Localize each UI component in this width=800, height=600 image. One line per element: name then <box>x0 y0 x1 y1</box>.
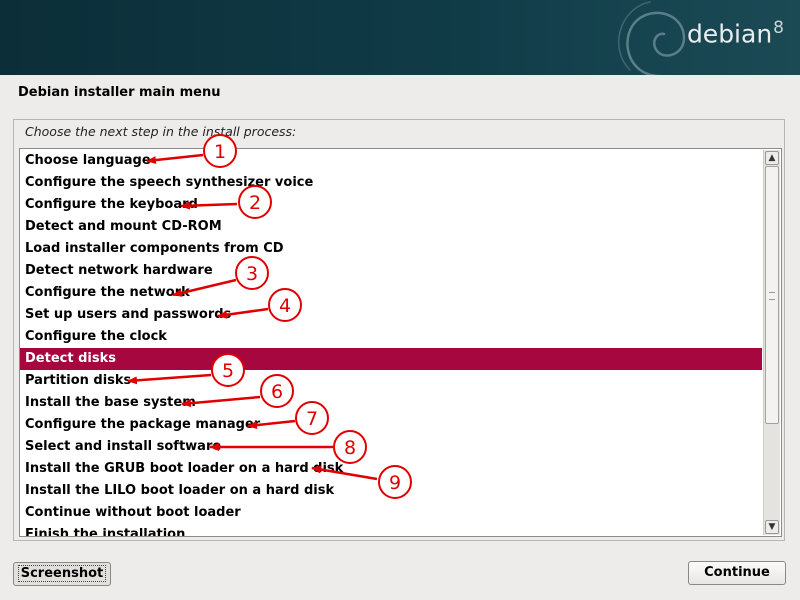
menu-item[interactable]: Finish the installation <box>20 524 762 536</box>
menu-item[interactable]: Set up users and passwords <box>20 304 762 326</box>
scroll-track[interactable] <box>765 166 779 519</box>
menu-item[interactable]: Detect and mount CD-ROM <box>20 216 762 238</box>
menu-item[interactable]: Load installer components from CD <box>20 238 762 260</box>
menu-prompt: Choose the next step in the install proc… <box>25 124 297 139</box>
scroll-grip-icon <box>769 292 775 300</box>
screenshot-label: Screenshot <box>17 565 107 582</box>
brand-name: debian <box>686 19 773 49</box>
menu-item[interactable]: Continue without boot loader <box>20 502 762 524</box>
menu-item[interactable]: Detect disks <box>20 348 762 370</box>
continue-button[interactable]: Continue <box>688 561 786 585</box>
menu-item[interactable]: Configure the keyboard <box>20 194 762 216</box>
scroll-up-icon[interactable]: ▲ <box>765 151 779 165</box>
menu-item[interactable]: Detect network hardware <box>20 260 762 282</box>
menu-item[interactable]: Configure the clock <box>20 326 762 348</box>
debian-banner: debian8 <box>0 0 800 75</box>
menu-item[interactable]: Install the GRUB boot loader on a hard d… <box>20 458 762 480</box>
page-title: Debian installer main menu <box>18 85 221 100</box>
screenshot-button[interactable]: Screenshot <box>13 562 111 586</box>
menu-item[interactable]: Partition disks <box>20 370 762 392</box>
menu-item[interactable]: Choose language <box>20 150 762 172</box>
menu-item[interactable]: Install the base system <box>20 392 762 414</box>
menu-item[interactable]: Configure the network <box>20 282 762 304</box>
installer-menu-list[interactable]: Choose language Configure the speech synt… <box>19 148 782 537</box>
scroll-thumb[interactable] <box>765 166 779 424</box>
menu-item[interactable]: Configure the speech synthesizer voice <box>20 172 762 194</box>
menu-item[interactable]: Select and install software <box>20 436 762 458</box>
scroll-down-icon[interactable]: ▼ <box>765 520 779 534</box>
debian-wordmark: debian8 <box>687 18 784 48</box>
brand-version: 8 <box>773 18 784 38</box>
menu-scrollbar[interactable]: ▲ ▼ <box>763 150 780 535</box>
menu-item[interactable]: Install the LILO boot loader on a hard d… <box>20 480 762 502</box>
menu-item[interactable]: Configure the package manager <box>20 414 762 436</box>
